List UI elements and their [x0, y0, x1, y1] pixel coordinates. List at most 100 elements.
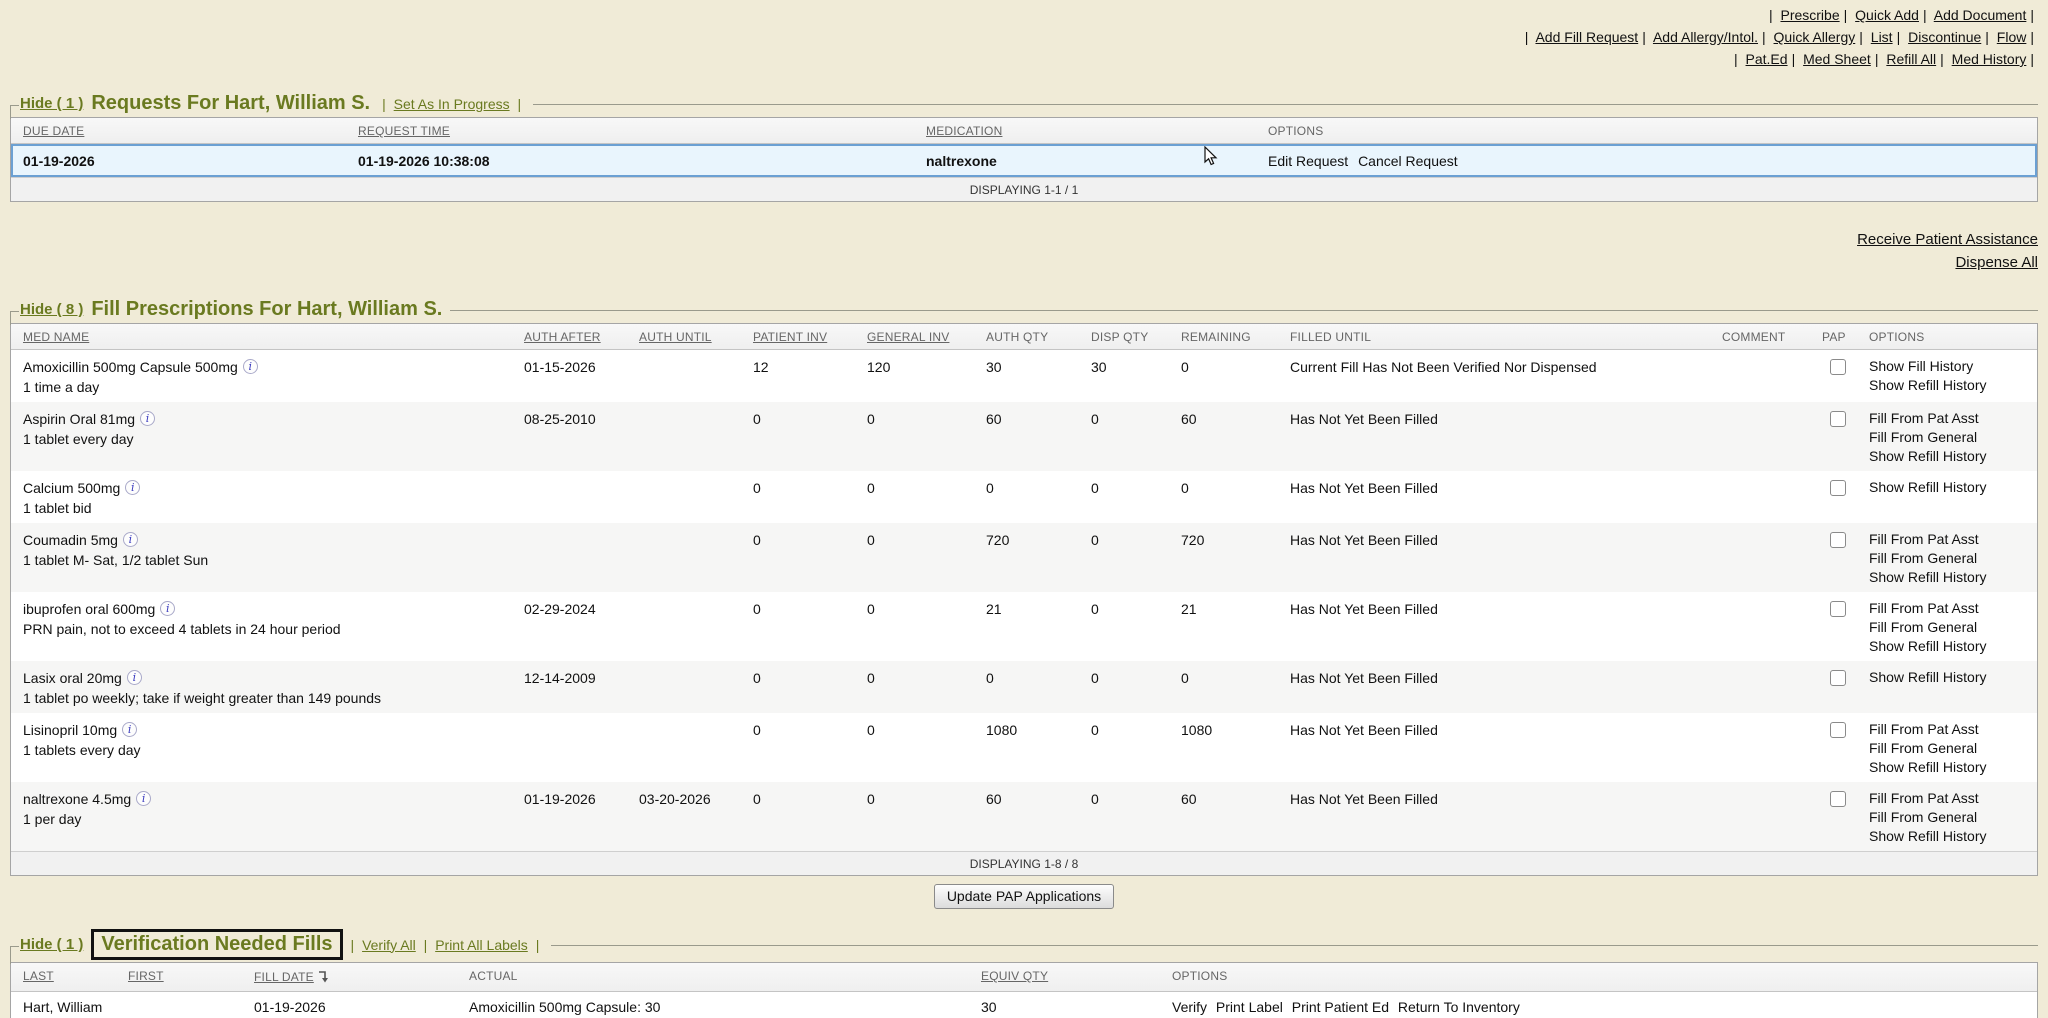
col-first[interactable]: FIRST [116, 963, 242, 991]
nav-add-fill-request[interactable]: Add Fill Request [1535, 29, 1638, 45]
pap-checkbox[interactable] [1830, 722, 1846, 738]
option-link[interactable]: Show Refill History [1869, 376, 2033, 395]
pap-checkbox[interactable] [1830, 532, 1846, 548]
option-link[interactable]: Show Refill History [1869, 478, 2033, 497]
pap-checkbox[interactable] [1830, 670, 1846, 686]
info-icon[interactable]: i [160, 601, 175, 616]
separator: | [2030, 29, 2034, 45]
option-link[interactable]: Fill From Pat Asst [1869, 530, 2033, 549]
info-icon[interactable]: i [123, 532, 138, 547]
nav-quick-allergy[interactable]: Quick Allergy [1774, 29, 1856, 45]
col-auth-after[interactable]: AUTH AFTER [512, 324, 627, 349]
option-link[interactable]: Fill From General [1869, 428, 2033, 447]
nav-med-history[interactable]: Med History [1952, 51, 2027, 67]
remaining: 0 [1169, 350, 1278, 402]
pap-checkbox[interactable] [1830, 601, 1846, 617]
option-link[interactable]: Fill From Pat Asst [1869, 409, 2033, 428]
med-cell: naltrexone 4.5mgi 1 per day [11, 782, 512, 851]
pharmacy-medications-page: | Prescribe| Quick Add| Add Document| | … [0, 0, 2048, 1018]
info-icon[interactable]: i [243, 359, 258, 374]
patient-first-name [116, 992, 242, 1018]
col-general-inv[interactable]: GENERAL INV [855, 324, 974, 349]
nav-quick-add[interactable]: Quick Add [1855, 7, 1919, 23]
nav-flow[interactable]: Flow [1997, 29, 2027, 45]
separator: | [518, 96, 522, 112]
general-inv: 0 [855, 661, 974, 713]
option-link[interactable]: Fill From Pat Asst [1869, 789, 2033, 808]
request-row-selected[interactable]: 01-19-2026 01-19-2026 10:38:08 naltrexon… [11, 144, 2037, 177]
print-patient-ed-link[interactable]: Print Patient Ed [1292, 999, 1389, 1015]
col-auth-until[interactable]: AUTH UNTIL [627, 324, 741, 349]
pap-checkbox[interactable] [1830, 411, 1846, 427]
col-equiv-qty[interactable]: EQUIV QTY [969, 963, 1160, 991]
dispense-all-link[interactable]: Dispense All [0, 251, 2038, 274]
nav-discontinue[interactable]: Discontinue [1908, 29, 1981, 45]
info-icon[interactable]: i [122, 722, 137, 737]
return-to-inventory-link[interactable]: Return To Inventory [1398, 999, 1520, 1015]
option-link[interactable]: Show Refill History [1869, 637, 2033, 656]
separator: | [1985, 29, 1989, 45]
separator: | [536, 937, 540, 953]
col-med-name[interactable]: MED NAME [11, 324, 512, 349]
verification-hide-link[interactable]: Hide ( 1 ) [20, 936, 83, 953]
option-link[interactable]: Show Refill History [1869, 447, 2033, 466]
info-icon[interactable]: i [136, 791, 151, 806]
print-all-labels-link[interactable]: Print All Labels [435, 937, 528, 953]
option-link[interactable]: Show Fill History [1869, 357, 2033, 376]
pap-checkbox[interactable] [1830, 359, 1846, 375]
nav-list[interactable]: List [1871, 29, 1893, 45]
col-medication[interactable]: MEDICATION [914, 118, 1256, 143]
info-icon[interactable]: i [127, 670, 142, 685]
comment [1710, 782, 1810, 851]
col-due-date[interactable]: DUE DATE [11, 118, 346, 143]
fill-prescriptions-section: Hide ( 8 ) Fill Prescriptions For Hart, … [10, 298, 2038, 909]
set-as-in-progress-link[interactable]: Set As In Progress [394, 96, 510, 112]
fill-row: Amoxicillin 500mg Capsule 500mgi 1 time … [11, 350, 2037, 402]
auth-qty: 60 [974, 402, 1079, 471]
nav-add-document[interactable]: Add Document [1934, 7, 2027, 23]
receive-patient-assistance-link[interactable]: Receive Patient Assistance [0, 228, 2038, 251]
verification-section-title: Verification Needed Fills [91, 929, 342, 960]
nav-add-allergy-intol[interactable]: Add Allergy/Intol. [1653, 29, 1758, 45]
option-link[interactable]: Fill From Pat Asst [1869, 599, 2033, 618]
option-link[interactable]: Show Refill History [1869, 758, 2033, 777]
update-pap-applications-button[interactable]: Update PAP Applications [934, 884, 1114, 909]
verification-row[interactable]: Hart, William 01-19-2026 Amoxicillin 500… [11, 992, 2037, 1018]
option-link[interactable]: Show Refill History [1869, 668, 2033, 687]
print-label-link[interactable]: Print Label [1216, 999, 1283, 1015]
separator: | [424, 937, 428, 953]
option-link[interactable]: Fill From General [1869, 618, 2033, 637]
col-fill-date[interactable]: FILL DATE [242, 963, 457, 991]
med-sig: 1 tablet po weekly; take if weight great… [23, 688, 508, 708]
option-link[interactable]: Fill From General [1869, 549, 2033, 568]
verify-all-link[interactable]: Verify All [362, 937, 416, 953]
col-last[interactable]: LAST [11, 963, 116, 991]
fill-row: Coumadin 5mgi 1 tablet M- Sat, 1/2 table… [11, 523, 2037, 592]
remaining: 21 [1169, 592, 1278, 661]
option-link[interactable]: Show Refill History [1869, 568, 2033, 587]
nav-refill-all[interactable]: Refill All [1886, 51, 1936, 67]
requests-hide-link[interactable]: Hide ( 1 ) [20, 95, 83, 112]
cancel-request-link[interactable]: Cancel Request [1358, 153, 1458, 169]
requests-actions: | Set As In Progress | [378, 96, 525, 112]
option-link[interactable]: Fill From Pat Asst [1869, 720, 2033, 739]
verify-link[interactable]: Verify [1172, 999, 1207, 1015]
edit-request-link[interactable]: Edit Request [1268, 153, 1348, 169]
info-icon[interactable]: i [125, 480, 140, 495]
info-icon[interactable]: i [140, 411, 155, 426]
nav-prescribe[interactable]: Prescribe [1780, 7, 1839, 23]
col-patient-inv[interactable]: PATIENT INV [741, 324, 855, 349]
fills-hide-link[interactable]: Hide ( 8 ) [20, 301, 83, 318]
col-request-time[interactable]: REQUEST TIME [346, 118, 914, 143]
pap-checkbox[interactable] [1830, 791, 1846, 807]
request-time: 01-19-2026 10:38:08 [348, 146, 916, 175]
option-link[interactable]: Show Refill History [1869, 827, 2033, 846]
nav-pat-ed[interactable]: Pat.Ed [1746, 51, 1788, 67]
verification-options: Verify Print Label Print Patient Ed Retu… [1160, 992, 2037, 1018]
option-link[interactable]: Fill From General [1869, 808, 2033, 827]
auth-until [627, 661, 741, 713]
filled-until: Has Not Yet Been Filled [1278, 782, 1710, 851]
nav-med-sheet[interactable]: Med Sheet [1803, 51, 1871, 67]
pap-checkbox[interactable] [1830, 480, 1846, 496]
option-link[interactable]: Fill From General [1869, 739, 2033, 758]
